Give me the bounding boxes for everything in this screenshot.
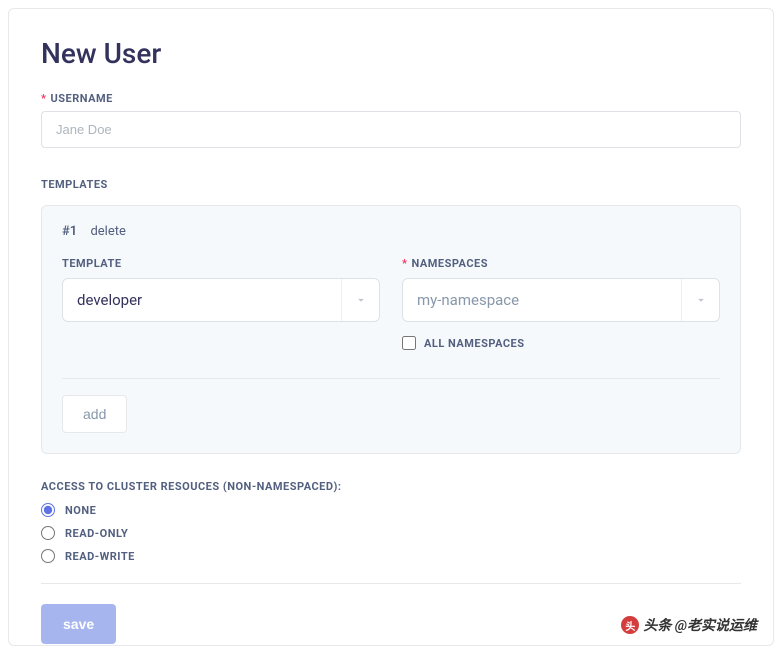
template-index: #1: [62, 224, 77, 239]
access-heading: ACCESS TO CLUSTER RESOUCES (NON-NAMESPAC…: [41, 480, 741, 493]
chevron-down-icon: [681, 279, 719, 321]
template-select[interactable]: developer: [62, 278, 380, 322]
required-star-icon: *: [41, 92, 47, 105]
required-star-icon: *: [402, 257, 408, 270]
template-select-value: developer: [63, 279, 341, 321]
namespaces-select[interactable]: my-namespace: [402, 278, 720, 322]
templates-box: #1 delete TEMPLATE developer *NAMESPACES…: [41, 205, 741, 454]
delete-template-link[interactable]: delete: [90, 224, 125, 239]
templates-heading: TEMPLATES: [41, 178, 741, 191]
divider: [41, 583, 741, 584]
template-label: TEMPLATE: [62, 257, 380, 270]
save-button[interactable]: save: [41, 604, 116, 644]
all-namespaces-label: ALL NAMESPACES: [424, 337, 525, 350]
username-input[interactable]: [41, 111, 741, 148]
access-radio-read-only[interactable]: [41, 526, 55, 540]
access-option-read-write[interactable]: READ-WRITE: [41, 549, 741, 563]
watermark: 头 头条 @老实说运维: [621, 615, 757, 635]
watermark-logo-icon: 头: [621, 616, 639, 634]
all-namespaces-checkbox[interactable]: [402, 336, 416, 350]
access-radio-none[interactable]: [41, 503, 55, 517]
access-option-read-only[interactable]: READ-ONLY: [41, 526, 741, 540]
template-row-header: #1 delete: [62, 224, 720, 239]
all-namespaces-checkbox-row[interactable]: ALL NAMESPACES: [402, 336, 720, 350]
template-column: TEMPLATE developer: [62, 257, 380, 350]
namespaces-column: *NAMESPACES my-namespace ALL NAMESPACES: [402, 257, 720, 350]
namespaces-select-value: my-namespace: [403, 279, 681, 321]
chevron-down-icon: [341, 279, 379, 321]
new-user-card: New User *USERNAME TEMPLATES #1 delete T…: [8, 8, 774, 646]
add-template-button[interactable]: add: [62, 395, 127, 433]
username-label: *USERNAME: [41, 92, 741, 105]
access-radio-read-write[interactable]: [41, 549, 55, 563]
access-option-none[interactable]: NONE: [41, 503, 741, 517]
namespaces-label: *NAMESPACES: [402, 257, 720, 270]
page-title: New User: [41, 37, 741, 70]
divider: [62, 378, 720, 379]
